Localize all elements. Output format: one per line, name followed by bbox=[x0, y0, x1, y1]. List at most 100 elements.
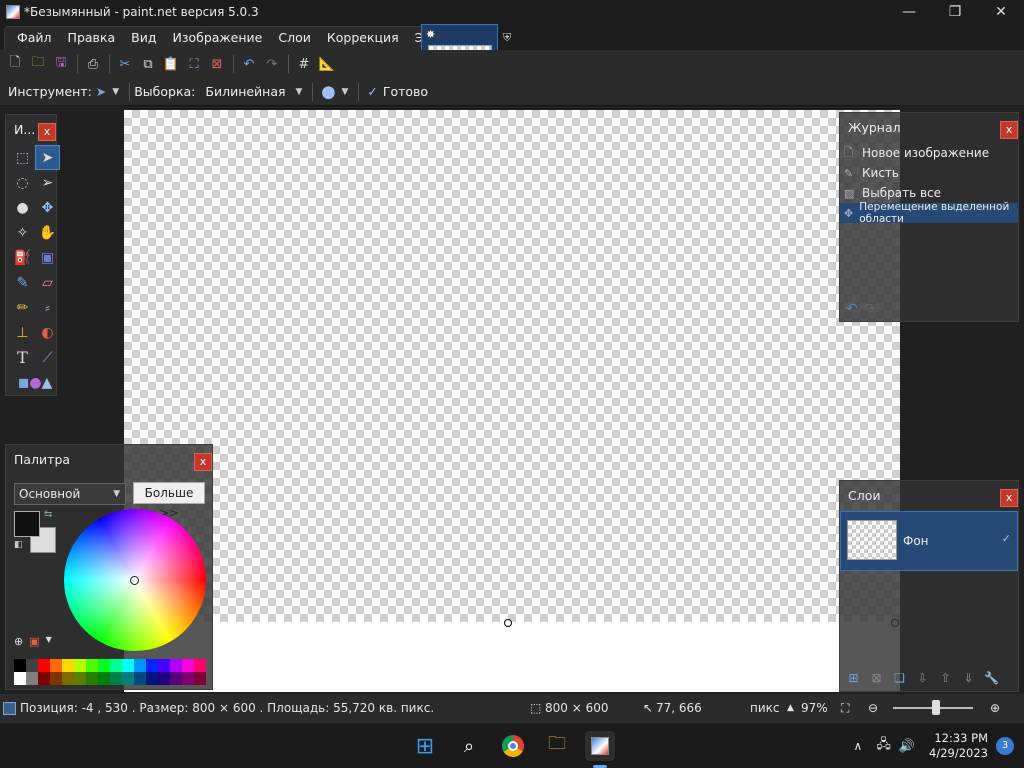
paint-bucket-icon[interactable]: ⛽ bbox=[10, 245, 35, 270]
menu-image[interactable]: Изображение bbox=[164, 27, 270, 50]
palette-options-icon[interactable]: ▣ bbox=[29, 635, 39, 648]
tools-panel-close[interactable]: x bbox=[38, 123, 56, 141]
swap-colors-icon[interactable]: ⇆ bbox=[44, 509, 52, 520]
layer-visibility-checkbox[interactable]: ✓ bbox=[1002, 532, 1011, 545]
palette-swatch[interactable] bbox=[134, 672, 146, 685]
close-button[interactable]: ✕ bbox=[978, 0, 1024, 24]
history-item-select-all[interactable]: ▨ Выбрать все bbox=[840, 183, 1018, 203]
deselect-icon[interactable]: ⊠ bbox=[206, 53, 228, 75]
palette-swatch[interactable] bbox=[182, 672, 194, 685]
paste-icon[interactable]: 📋 bbox=[160, 53, 182, 75]
volume-icon[interactable]: 🔊 bbox=[899, 739, 915, 754]
duplicate-layer-icon[interactable]: ❏ bbox=[890, 669, 909, 687]
palette-swatch[interactable] bbox=[62, 659, 74, 672]
done-button[interactable]: Готово bbox=[383, 84, 428, 99]
chevron-up-icon[interactable]: ∧ bbox=[854, 739, 863, 753]
move-layer-up-icon[interactable]: ⇧ bbox=[936, 669, 955, 687]
palette-swatch[interactable] bbox=[50, 672, 62, 685]
redo-icon[interactable]: ↷ bbox=[864, 301, 876, 317]
palette-swatch[interactable] bbox=[134, 659, 146, 672]
palette-panel-close[interactable]: x bbox=[194, 453, 212, 471]
palette-swatch[interactable] bbox=[26, 672, 38, 685]
clone-stamp-icon[interactable]: ⊥ bbox=[10, 320, 35, 345]
gradient-icon[interactable]: ▣ bbox=[35, 245, 60, 270]
zoom-to-window-icon[interactable]: ⛶ bbox=[841, 701, 849, 716]
paintnet-taskbar-icon[interactable] bbox=[585, 731, 615, 761]
palette-swatch[interactable] bbox=[158, 672, 170, 685]
palette-swatch[interactable] bbox=[110, 659, 122, 672]
paintbrush-icon[interactable]: ✎ bbox=[10, 270, 35, 295]
move-layer-down-icon[interactable]: ⇓ bbox=[959, 669, 978, 687]
menu-view[interactable]: Вид bbox=[123, 27, 164, 50]
search-icon[interactable]: ⌕ bbox=[454, 731, 484, 761]
eraser-icon[interactable]: ▱ bbox=[35, 270, 60, 295]
history-item-new-image[interactable]: 🗋 Новое изображение bbox=[840, 143, 1018, 163]
palette-swatch[interactable] bbox=[98, 672, 110, 685]
palette-mode-select[interactable]: Основной ▼ bbox=[14, 483, 126, 505]
palette-swatch[interactable] bbox=[74, 659, 86, 672]
add-color-icon[interactable]: ⊕ bbox=[14, 635, 23, 648]
menu-layers[interactable]: Слои bbox=[270, 27, 319, 50]
network-icon[interactable]: 🖧 bbox=[876, 735, 891, 757]
magic-wand-icon[interactable]: ✧ bbox=[10, 220, 35, 245]
palette-swatch[interactable] bbox=[62, 672, 74, 685]
move-selection-tool-icon[interactable]: ➤ bbox=[96, 84, 106, 99]
pan-hand-icon[interactable]: ✋ bbox=[35, 220, 60, 245]
palette-swatch[interactable] bbox=[122, 659, 134, 672]
history-item-move-selection[interactable]: ✥ Перемещение выделенной области bbox=[840, 201, 1018, 225]
minimize-button[interactable]: — bbox=[886, 0, 932, 24]
rectangle-select-icon[interactable]: ⬚ bbox=[10, 145, 35, 170]
palette-swatch[interactable] bbox=[14, 672, 26, 685]
color-picker-icon[interactable]: ⸗ bbox=[35, 295, 60, 320]
palette-swatch[interactable] bbox=[110, 672, 122, 685]
menu-file[interactable]: Файл bbox=[9, 27, 60, 50]
antialiasing-icon[interactable]: ⬤ bbox=[321, 84, 335, 99]
chevron-down-icon[interactable]: ▼ bbox=[296, 87, 303, 97]
zoom-slider-handle[interactable] bbox=[932, 700, 940, 715]
grid-icon[interactable]: # bbox=[293, 53, 315, 75]
palette-swatch[interactable] bbox=[26, 659, 38, 672]
units-selector[interactable]: пикс bbox=[750, 701, 780, 715]
zoom-in-icon[interactable]: ⊕ bbox=[990, 701, 1000, 715]
move-selected-icon[interactable]: ➢ bbox=[35, 170, 60, 195]
lasso-icon[interactable]: ◌ bbox=[10, 170, 35, 195]
palette-more-button[interactable]: Больше >> bbox=[133, 482, 205, 520]
palette-swatch[interactable] bbox=[182, 659, 194, 672]
chevron-up-icon[interactable]: ▲ bbox=[787, 703, 794, 713]
chevron-down-icon[interactable]: ▼ bbox=[46, 635, 52, 648]
open-folder-icon[interactable]: 🗀 bbox=[27, 53, 49, 75]
palette-swatch[interactable] bbox=[50, 659, 62, 672]
print-icon[interactable]: ⎙ bbox=[82, 53, 104, 75]
undo-icon[interactable]: ↶ bbox=[846, 301, 858, 317]
redo-icon[interactable]: ↷ bbox=[261, 53, 283, 75]
file-explorer-icon[interactable]: 🗀 bbox=[542, 731, 572, 761]
notification-badge[interactable]: 3 bbox=[996, 737, 1014, 755]
recolor-icon[interactable]: ◐ bbox=[35, 320, 60, 345]
palette-swatch[interactable] bbox=[38, 659, 50, 672]
ruler-icon[interactable]: 📐 bbox=[316, 53, 338, 75]
save-icon[interactable]: 🖫 bbox=[50, 53, 72, 75]
merge-down-icon[interactable]: ⇩ bbox=[913, 669, 932, 687]
zoom-icon[interactable]: ✥ bbox=[35, 195, 60, 220]
history-panel-close[interactable]: x bbox=[1000, 121, 1018, 139]
history-item-brush[interactable]: ✎ Кисть bbox=[840, 163, 1018, 183]
image-canvas[interactable] bbox=[124, 110, 900, 622]
add-layer-icon[interactable]: ⊞ bbox=[844, 669, 863, 687]
delete-layer-icon[interactable]: ⊠ bbox=[867, 669, 886, 687]
menu-adjustments[interactable]: Коррекция bbox=[319, 27, 407, 50]
move-selection-icon[interactable]: ➤ bbox=[35, 145, 60, 170]
palette-swatch[interactable] bbox=[98, 659, 110, 672]
layer-row-background[interactable]: Фон ✓ bbox=[840, 511, 1018, 571]
text-icon[interactable]: T bbox=[10, 345, 35, 370]
palette-swatch[interactable] bbox=[170, 659, 182, 672]
moved-selection-area[interactable] bbox=[124, 622, 900, 692]
palette-swatch[interactable] bbox=[14, 659, 26, 672]
resampling-dropdown[interactable]: Билинейная bbox=[205, 84, 285, 99]
layer-properties-icon[interactable]: 🔧 bbox=[982, 669, 1001, 687]
cut-icon[interactable]: ✂ bbox=[114, 53, 136, 75]
copy-icon[interactable]: ⧉ bbox=[137, 53, 159, 75]
palette-swatch[interactable] bbox=[146, 672, 158, 685]
palette-swatch[interactable] bbox=[158, 659, 170, 672]
palette-swatch[interactable] bbox=[38, 672, 50, 685]
undo-icon[interactable]: ↶ bbox=[238, 53, 260, 75]
